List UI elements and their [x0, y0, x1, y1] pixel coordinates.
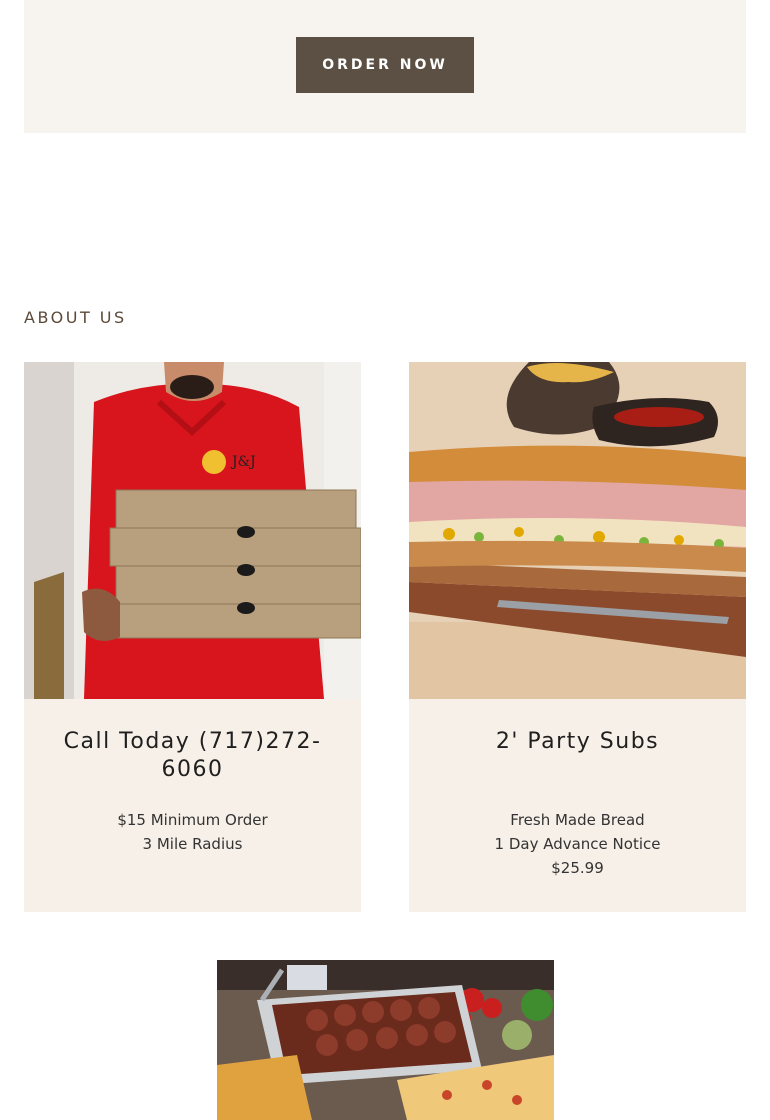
party-subs-card-title: 2' Party Subs: [495, 729, 660, 754]
order-card: ORDER NOW: [24, 0, 746, 133]
party-subs-price: $25.99: [551, 859, 604, 877]
delivery-card: J&J Call Today (717)272-6060 $15 Minimum…: [24, 362, 361, 912]
party-subs-detail-line: 1 Day Advance Notice: [494, 835, 661, 853]
svg-text:J&J: J&J: [230, 454, 256, 470]
delivery-detail-line: $15 Minimum Order: [117, 811, 268, 829]
delivery-detail-line: 3 Mile Radius: [142, 835, 243, 853]
delivery-card-details: $15 Minimum Order 3 Mile Radius: [24, 808, 361, 856]
party-subs-card: 2' Party Subs Fresh Made Bread 1 Day Adv…: [409, 362, 746, 912]
delivery-photo: J&J: [24, 362, 361, 699]
cut-off-heading-fragment: [24, 0, 746, 4]
about-us-heading: ABOUT US: [24, 308, 127, 327]
delivery-card-title: Call Today (717)272-6060: [63, 729, 322, 782]
catering-photo: [217, 960, 554, 1120]
cut-off-glyphs: [24, 0, 746, 4]
party-subs-card-details: Fresh Made Bread 1 Day Advance Notice $2…: [409, 808, 746, 880]
party-subs-detail-line: Fresh Made Bread: [510, 811, 645, 829]
order-now-button[interactable]: ORDER NOW: [296, 37, 474, 93]
party-sub-photo: [409, 362, 746, 699]
